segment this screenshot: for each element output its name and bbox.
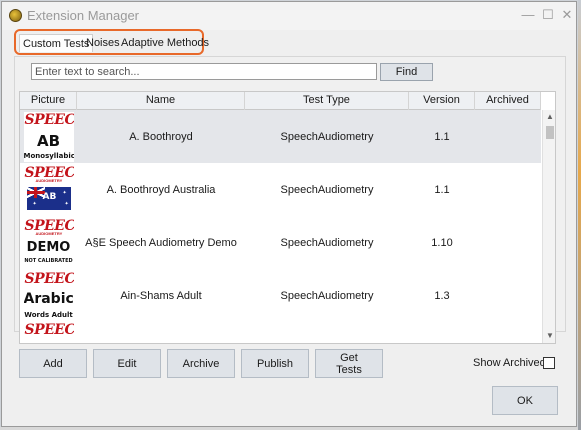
thumbnail-main: Arabic	[23, 290, 74, 307]
title-bar: Extension Manager — ☐ ✕	[2, 2, 576, 30]
speech-test-thumbnail: SPEECH AUDIOMETRY DEMO NOT CALIBRATED	[23, 217, 74, 268]
show-archived-label: Show Archived	[473, 357, 546, 369]
archived-cell	[475, 216, 541, 269]
speech-test-thumbnail: SPEECH Arabic Words Adult	[23, 270, 74, 321]
scroll-down-icon[interactable]: ▼	[543, 330, 555, 342]
version-cell: 1.10	[431, 236, 453, 249]
australia-flag-icon: ✦ ✦ ✦ AB	[26, 186, 71, 210]
table-header: Picture Name Test Type Version Archived	[20, 92, 541, 110]
test-type-cell	[245, 322, 409, 343]
test-type-cell: SpeechAudiometry	[280, 289, 374, 302]
picture-cell: SPEECH AUDIOMETRY ✦ ✦ ✦ AB	[20, 163, 77, 216]
thumbnail-sub: AUDIOMETRY	[35, 230, 63, 236]
version-cell: 1.1	[434, 130, 450, 143]
tab-noises[interactable]: Noises	[84, 34, 122, 52]
add-button[interactable]: Add	[19, 349, 87, 378]
column-header-picture[interactable]: Picture	[20, 92, 77, 110]
window-title: Extension Manager	[27, 8, 140, 23]
version-cell: 1.3	[434, 289, 450, 302]
find-button[interactable]: Find	[380, 63, 433, 81]
table-row[interactable]: SPEECH Arabic Words Adult Ain-Shams Adul…	[20, 269, 541, 322]
speech-test-thumbnail: SPEECH AUDIOMETRY ✦ ✦ ✦ AB	[23, 164, 74, 215]
name-cell: Ain-Shams Adult	[120, 289, 202, 302]
name-cell: A. Boothroyd	[129, 130, 193, 143]
thumbnail-caption: Monosyllabic	[23, 151, 74, 160]
thumbnail-brand: SPEECH	[24, 111, 74, 128]
column-header-name[interactable]: Name	[77, 92, 245, 110]
archived-cell	[475, 163, 541, 216]
picture-cell: SPEECH AB Monosyllabic	[20, 110, 77, 163]
show-archived-checkbox[interactable]	[543, 357, 555, 369]
thumbnail-caption: Words Adult	[24, 310, 73, 319]
ok-button[interactable]: OK	[492, 386, 558, 415]
archived-cell	[475, 110, 541, 163]
archived-cell	[475, 322, 541, 343]
tab-custom-tests[interactable]: Custom Tests	[19, 34, 94, 52]
column-header-test-type[interactable]: Test Type	[245, 92, 409, 110]
thumbnail-brand: SPEECH	[24, 270, 74, 287]
thumbnail-caption: NOT CALIBRATED	[24, 257, 73, 264]
table-row[interactable]: SPEECH AUDIOMETRY ✦ ✦ ✦ AB A. Boothroyd …	[20, 163, 541, 216]
table-row[interactable]: SPEECH AB Monosyllabic A. Boothroyd Spee…	[20, 110, 541, 163]
name-cell	[77, 322, 245, 343]
version-cell: 1.1	[434, 183, 450, 196]
scrollbar-thumb[interactable]	[546, 126, 554, 139]
publish-button[interactable]: Publish	[241, 349, 309, 378]
thumbnail-main: AB	[36, 131, 61, 150]
name-cell: A§E Speech Audiometry Demo	[85, 236, 237, 249]
edit-button[interactable]: Edit	[93, 349, 161, 378]
picture-cell: SPEECH Arabic Words Adult	[20, 269, 77, 322]
maximize-button[interactable]: ☐	[540, 7, 556, 23]
close-button[interactable]: ✕	[559, 7, 575, 23]
table-vertical-scrollbar[interactable]: ▲ ▼	[542, 110, 555, 343]
picture-cell: SPEECH	[20, 322, 77, 343]
tests-table: Picture Name Test Type Version Archived …	[19, 91, 556, 344]
test-type-cell: SpeechAudiometry	[280, 183, 374, 196]
thumbnail-sub: AUDIOMETRY	[35, 177, 63, 183]
table-row[interactable]: SPEECH	[20, 322, 541, 343]
name-cell: A. Boothroyd Australia	[106, 183, 216, 196]
test-type-cell: SpeechAudiometry	[280, 236, 374, 249]
archive-button[interactable]: Archive	[167, 349, 235, 378]
version-cell	[409, 322, 475, 343]
column-header-version[interactable]: Version	[409, 92, 475, 110]
column-header-archived[interactable]: Archived	[475, 92, 541, 110]
app-icon	[9, 9, 22, 22]
thumbnail-main: AB	[42, 191, 57, 202]
thumbnail-brand: SPEECH	[24, 322, 74, 338]
archived-cell	[475, 269, 541, 322]
get-tests-button[interactable]: Get Tests	[315, 349, 383, 378]
table-row[interactable]: SPEECH AUDIOMETRY DEMO NOT CALIBRATED A§…	[20, 216, 541, 269]
speech-test-thumbnail: SPEECH AB Monosyllabic	[23, 111, 74, 162]
tab-adaptive-methods[interactable]: Adaptive Methods	[119, 34, 211, 52]
minimize-button[interactable]: —	[520, 7, 536, 23]
speech-test-thumbnail: SPEECH	[23, 322, 74, 343]
search-input[interactable]	[31, 63, 377, 80]
scroll-up-icon[interactable]: ▲	[543, 111, 555, 123]
thumbnail-main: DEMO	[26, 239, 71, 255]
test-type-cell: SpeechAudiometry	[280, 130, 374, 143]
picture-cell: SPEECH AUDIOMETRY DEMO NOT CALIBRATED	[20, 216, 77, 269]
